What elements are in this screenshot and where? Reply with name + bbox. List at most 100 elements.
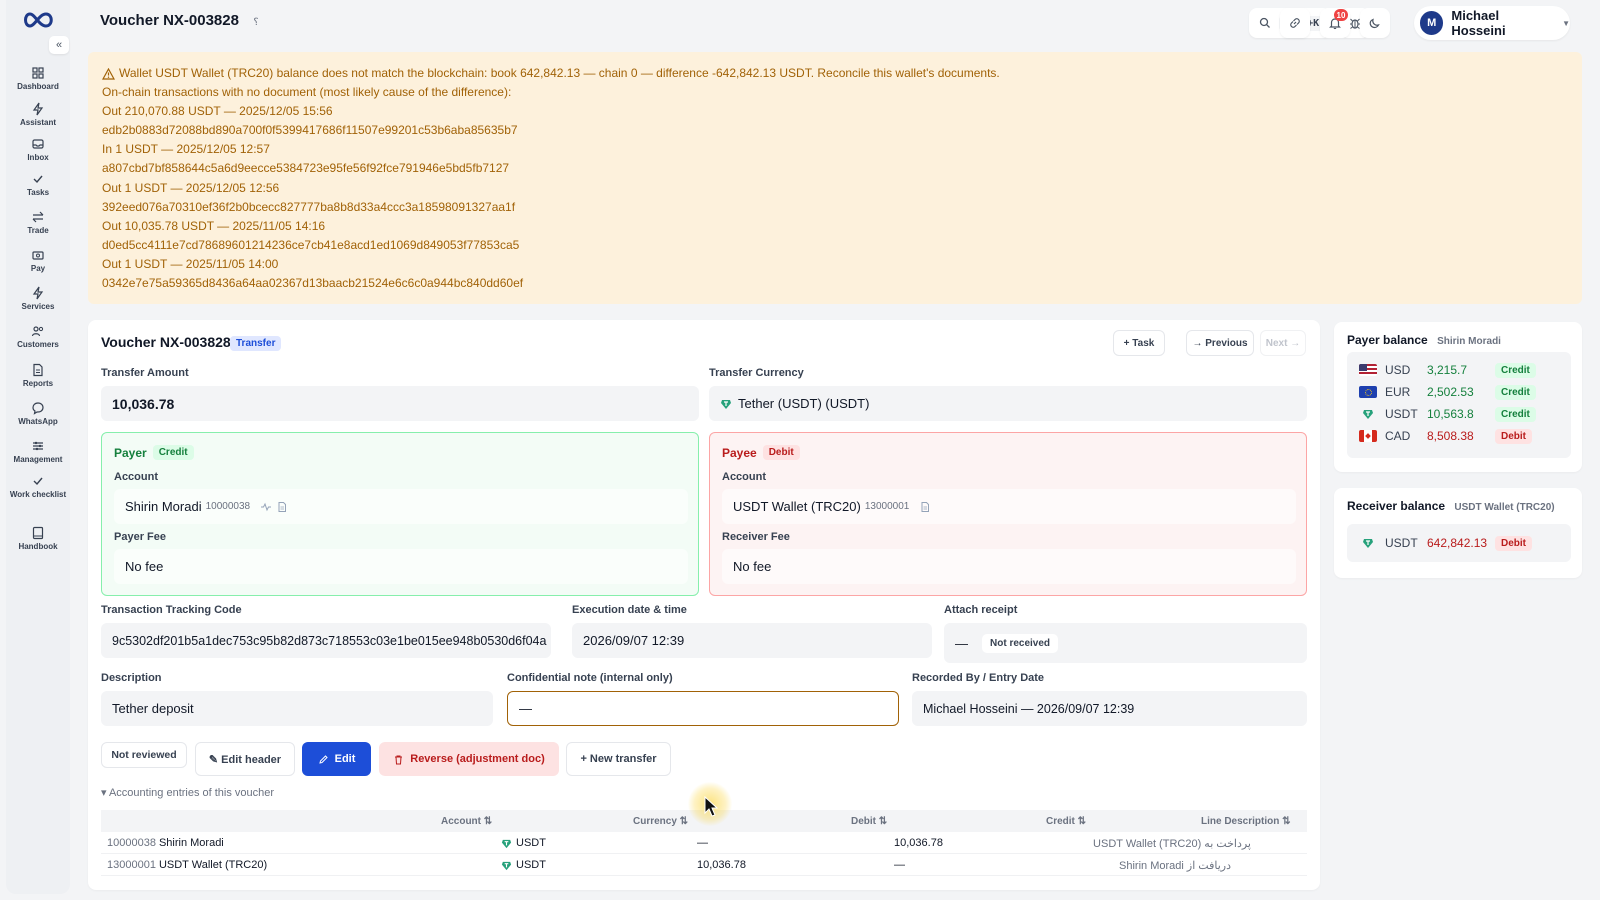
execution-date-field[interactable]: 2026/09/07 12:39 — [572, 623, 932, 658]
description-field[interactable]: Tether deposit — [101, 691, 493, 726]
document-icon[interactable] — [919, 501, 931, 513]
moon-icon — [1369, 18, 1380, 29]
payee-debit-badge: Debit — [762, 445, 800, 460]
receiver-fee-label: Receiver Fee — [722, 531, 790, 543]
table-row[interactable]: 10000038 Shirin Moradi USDT — 10,036.78 … — [101, 832, 1307, 854]
link-icon — [1290, 18, 1300, 28]
sidebar-item-whatsapp[interactable]: WhatsApp — [6, 401, 70, 426]
column-header-credit[interactable]: Credit ⇅ — [1046, 810, 1086, 832]
balance-amount: 2,502.53 — [1427, 385, 1474, 399]
payer-fee-field[interactable]: No fee — [114, 549, 688, 584]
file-icon — [33, 363, 43, 377]
tracking-code-label: Transaction Tracking Code — [101, 604, 242, 616]
warning-line: Wallet USDT Wallet (TRC20) balance does … — [119, 66, 1000, 80]
inbox-icon — [32, 139, 44, 149]
help-icon[interactable]: ؟ — [248, 14, 264, 30]
review-status-badge[interactable]: Not reviewed — [101, 742, 187, 768]
sliders-icon — [33, 441, 43, 451]
link-button[interactable] — [1280, 8, 1310, 38]
balance-amount: 10,563.8 — [1427, 407, 1474, 421]
edit-button-label: Edit — [334, 753, 356, 765]
accounting-entries-toggle[interactable]: ▾ Accounting entries of this voucher — [101, 786, 274, 799]
edit-header-button[interactable]: ✎ Edit header — [195, 742, 295, 776]
document-icon[interactable] — [276, 501, 288, 513]
payee-account-field[interactable]: USDT Wallet (TRC20) 13000001 — [722, 489, 1296, 524]
payer-balance-title: Payer balance — [1347, 333, 1428, 347]
balance-amount: 3,215.7 — [1427, 363, 1468, 377]
sidebar-item-tasks[interactable]: Tasks — [6, 172, 70, 197]
notifications-button[interactable]: 10 — [1320, 8, 1350, 38]
transaction-hash: 0342e7e75a59365d8436a64aa02367d13baacb21… — [102, 276, 524, 291]
receiver-balance-card: Receiver balance USDT Wallet (TRC20) USD… — [1334, 488, 1582, 578]
voucher-type-badge: Transfer — [230, 336, 282, 351]
transaction-hash: a807cbd7bf858644c5a6d9eecce5384723e95fe5… — [102, 161, 510, 176]
sidebar-item-inbox[interactable]: Inbox — [6, 137, 70, 162]
sidebar-item-trade[interactable]: Trade — [6, 210, 70, 235]
balance-currency-code: EUR — [1385, 385, 1411, 399]
sidebar-item-assistant[interactable]: Assistant — [6, 102, 70, 127]
pencil-icon — [318, 754, 328, 764]
transfer-currency-select[interactable]: Tether (USDT) (USDT) — [709, 386, 1307, 421]
sidebar-item-services[interactable]: Services — [6, 286, 70, 311]
reverse-button[interactable]: Reverse (adjustment doc) — [379, 742, 559, 776]
sidebar-item-handbook[interactable]: Handbook — [6, 526, 70, 551]
entry-account-name: USDT Wallet (TRC20) — [158, 859, 268, 871]
column-header-debit[interactable]: Debit ⇅ — [851, 810, 887, 832]
voucher-title: Voucher NX-003828 — [101, 334, 231, 350]
sidebar-item-dashboard[interactable]: Dashboard — [6, 66, 70, 91]
logo-infinity-icon[interactable] — [21, 10, 57, 30]
sidebar-item-pay[interactable]: Pay — [6, 248, 70, 273]
top-header: Voucher NX-003828 ؟ Ctrl+K 10 M Michael … — [88, 0, 1600, 44]
new-transfer-button[interactable]: + New transfer — [566, 742, 671, 776]
reconciliation-warning: Wallet USDT Wallet (TRC20) balance does … — [88, 52, 1582, 304]
cash-icon — [32, 251, 44, 260]
balance-row: USDT 642,842.13 Debit — [1347, 532, 1571, 554]
next-button[interactable]: Next → — [1260, 330, 1306, 356]
receipt-dash: — — [955, 635, 968, 651]
dark-mode-toggle[interactable] — [1360, 8, 1390, 38]
grid-icon — [32, 67, 44, 79]
warning-icon — [102, 67, 115, 80]
column-header-account[interactable]: Account ⇅ — [441, 810, 492, 832]
receipt-status-badge: Not received — [982, 633, 1059, 653]
table-row[interactable]: 13000001 USDT Wallet (TRC20) USDT 10,036… — [101, 854, 1307, 876]
user-menu[interactable]: M Michael Hosseini ▼ — [1414, 6, 1570, 40]
sidebar-item-label: Handbook — [18, 542, 58, 551]
transaction-hash: d0ed5cc4111e7cd78689601214236ce7cb41e8ac… — [102, 237, 520, 252]
payer-balance-card: Payer balance Shirin Moradi USD 3,215.7 … — [1334, 322, 1582, 472]
previous-button[interactable]: → Previous — [1186, 330, 1254, 356]
tether-icon — [721, 399, 731, 409]
add-task-button[interactable]: + Task — [1113, 330, 1165, 356]
payee-account-number: 13000001 — [864, 501, 910, 512]
collapse-sidebar-button[interactable]: « — [49, 36, 69, 54]
transfer-currency-value: Tether (USDT) (USDT) — [738, 396, 870, 411]
sidebar-item-label: Assistant — [19, 118, 56, 127]
payer-account-field[interactable]: Shirin Moradi 10000038 — [114, 489, 688, 524]
edit-button[interactable]: Edit — [302, 742, 371, 776]
activity-icon[interactable] — [260, 501, 272, 513]
avatar: M — [1420, 11, 1444, 35]
entry-currency: USDT — [516, 837, 546, 849]
column-header-currency[interactable]: Currency ⇅ — [633, 810, 688, 832]
us-flag-icon — [1359, 364, 1377, 376]
sidebar-item-reports[interactable]: Reports — [6, 363, 70, 388]
receiver-balance-list: USDT 642,842.13 Debit — [1347, 524, 1571, 562]
warning-line: Out 1 USDT — 2025/12/05 12:56 — [102, 180, 280, 195]
confidential-note-input[interactable]: — — [507, 691, 899, 726]
transfer-amount-field[interactable]: 10,036.78 — [101, 386, 699, 421]
entry-currency: USDT — [516, 859, 546, 871]
tracking-code-field[interactable]: 9c5302df201b5a1dec753c95b82d873c718553c0… — [101, 623, 551, 658]
column-header-line-description[interactable]: Line Description ⇅ — [1201, 810, 1291, 832]
sidebar-item-work-checklist[interactable]: Work checklist — [6, 474, 70, 499]
sidebar-item-customers[interactable]: Customers — [6, 324, 70, 349]
attach-receipt-field[interactable]: — Not received — [944, 623, 1307, 663]
sidebar-item-label: Pay — [30, 264, 46, 273]
sidebar-item-management[interactable]: Management — [6, 439, 70, 464]
balance-status-badge: Debit — [1495, 428, 1532, 444]
entry-debit: — — [697, 837, 708, 849]
entry-account-name: Shirin Moradi — [158, 837, 224, 849]
sidebar-item-label: Services — [21, 302, 55, 311]
balance-amount: 642,842.13 — [1427, 536, 1488, 550]
receiver-fee-field[interactable]: No fee — [722, 549, 1296, 584]
description-label: Description — [101, 672, 162, 684]
